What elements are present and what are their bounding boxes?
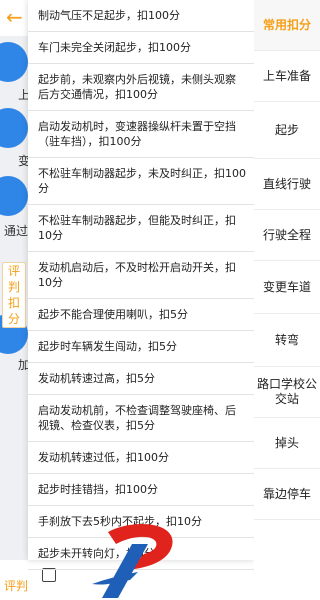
deduction-item[interactable]: 制动气压不足起步，扣100分	[28, 0, 254, 32]
brand-logo	[92, 523, 173, 598]
category-menu: 常用扣分 上车准备 起步 直线行驶 行驶全程 变更车道 转弯 路口学校公交站 掉…	[254, 0, 320, 600]
deduction-item[interactable]: 启动发动机时，变速器操纵杆未置于空挡（驻车挡），扣100分	[28, 111, 254, 158]
category-lane-change[interactable]: 变更车道	[254, 261, 320, 314]
status-circle	[0, 176, 28, 216]
deduction-item[interactable]: 不松驻车制动器起步，但能及时纠正，扣10分	[28, 205, 254, 252]
category-u-turn[interactable]: 掉头	[254, 418, 320, 469]
deduction-item[interactable]: 发动机启动后，不及时松开启动开关，扣10分	[28, 252, 254, 299]
score-tab-bottom-label[interactable]: 评判	[4, 577, 28, 594]
deduction-item[interactable]: 不松驻车制动器起步，未及时纠正，扣100分	[28, 158, 254, 205]
arrow-left-icon[interactable]: ←	[6, 6, 28, 28]
category-straight[interactable]: 直线行驶	[254, 159, 320, 210]
deduction-list: 制动气压不足起步，扣100分 车门未完全关闭起步，扣100分 起步前，未观察内外…	[28, 0, 254, 570]
score-tab[interactable]: 评 判 扣 分	[2, 262, 26, 328]
deduction-item[interactable]: 起步前，未观察内外后视镜，未侧头观察后方交通情况，扣100分	[28, 64, 254, 111]
status-circle	[0, 108, 28, 148]
deduction-item[interactable]: 启动发动机前，不检查调整驾驶座椅、后视镜、检查仪表，扣5分	[28, 395, 254, 442]
deduction-item[interactable]: 发动机转速过高，扣5分	[28, 363, 254, 395]
category-whole[interactable]: 行驶全程	[254, 210, 320, 261]
score-tab-label: 评 判 扣 分	[7, 264, 20, 326]
category-start[interactable]: 起步	[254, 102, 320, 159]
category-turn[interactable]: 转弯	[254, 314, 320, 367]
deduction-item[interactable]: 车门未完全关闭起步，扣100分	[28, 32, 254, 64]
deduction-item[interactable]: 起步不能合理使用喇叭，扣5分	[28, 299, 254, 331]
category-intersection[interactable]: 路口学校公交站	[254, 367, 320, 418]
bg-label: 通过	[4, 224, 29, 238]
checkbox[interactable]	[42, 568, 56, 582]
status-circle	[0, 42, 28, 82]
deduction-item[interactable]: 发动机转速过低，扣100分	[28, 442, 254, 474]
category-pull-over[interactable]: 靠边停车	[254, 469, 320, 520]
category-common[interactable]: 常用扣分	[254, 0, 320, 51]
category-prepare[interactable]: 上车准备	[254, 51, 320, 102]
deduction-item[interactable]: 起步时挂错挡，扣100分	[28, 474, 254, 506]
deduction-item[interactable]: 起步时车辆发生闯动，扣5分	[28, 331, 254, 363]
